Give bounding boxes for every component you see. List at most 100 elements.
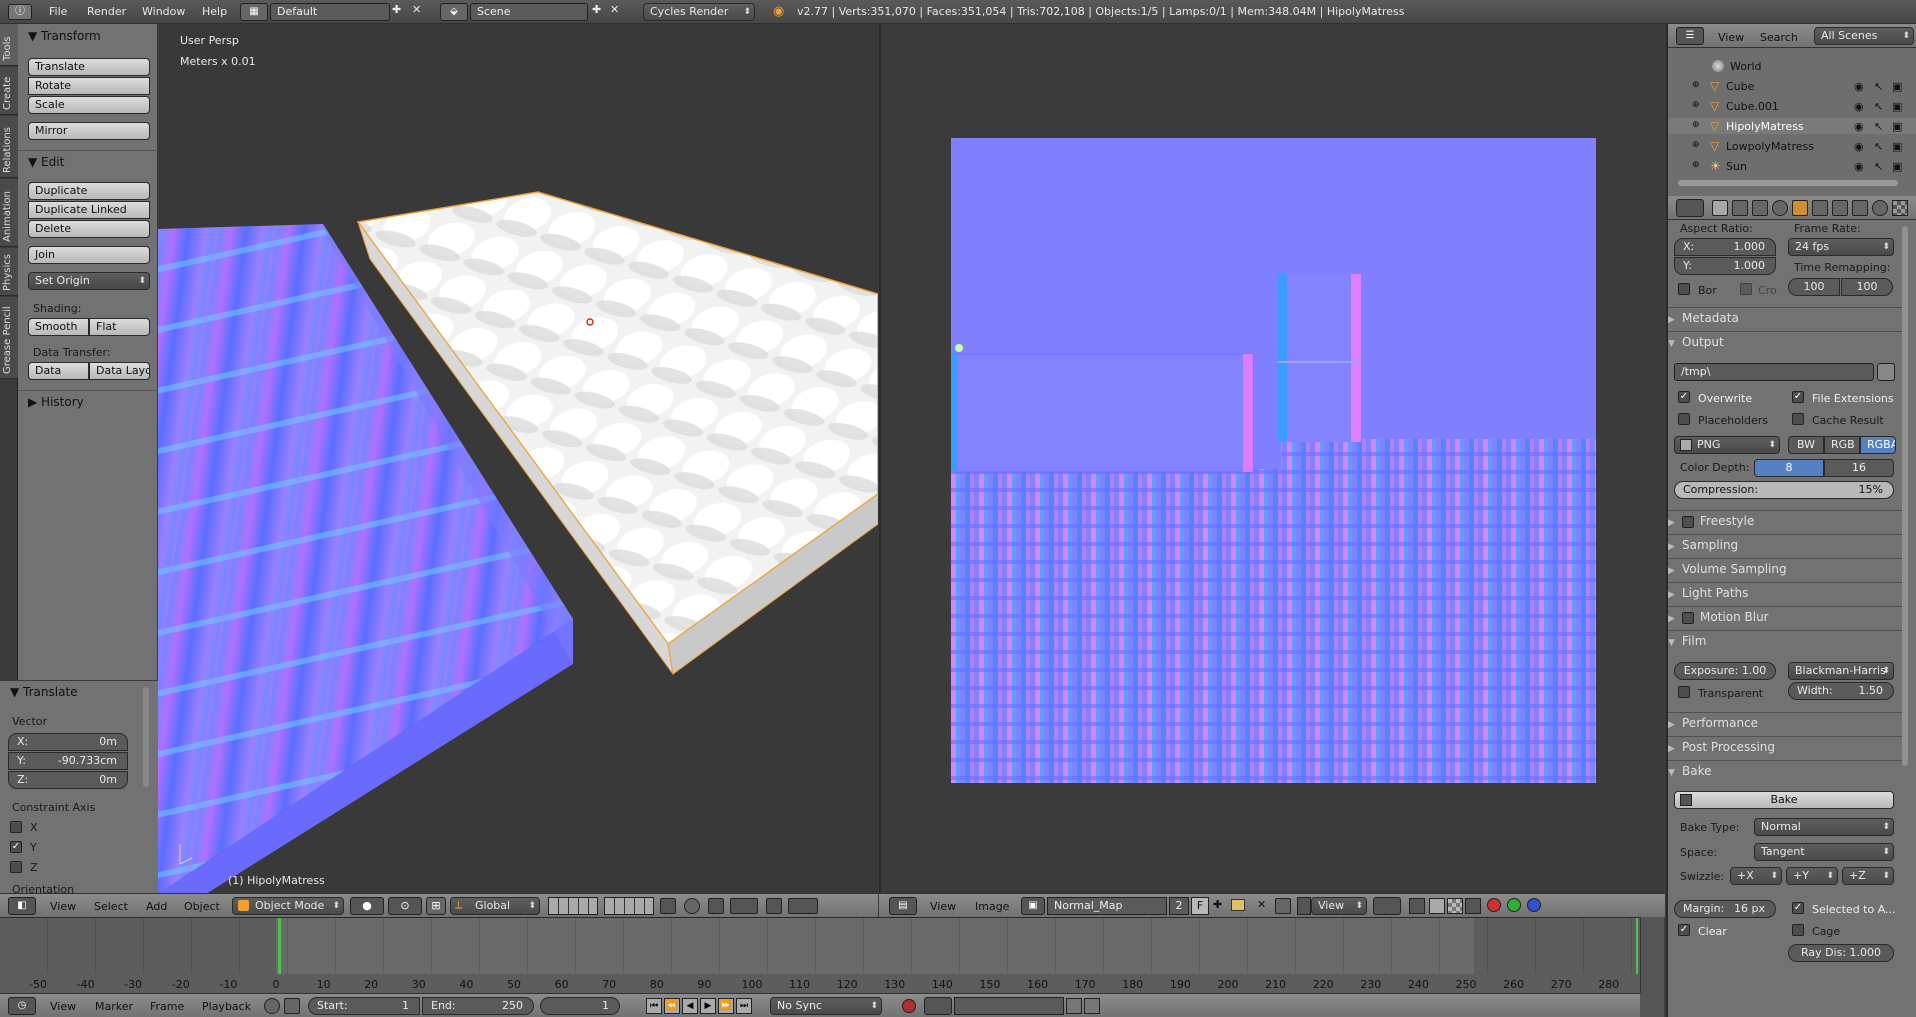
bake-panel-header[interactable]: ▼ Bake: [1668, 760, 1904, 780]
normal-space-dropdown[interactable]: Tangent: [1754, 843, 1894, 861]
checker-icon[interactable]: [1447, 898, 1463, 914]
pivot-icon[interactable]: ⊙: [388, 897, 422, 915]
transform-panel-header[interactable]: ▼ Transform: [28, 29, 101, 43]
remap-old-field[interactable]: 100: [1788, 278, 1840, 296]
record-icon[interactable]: [902, 999, 916, 1013]
start-frame-field[interactable]: Start: 1: [308, 997, 420, 1015]
object-tab-icon[interactable]: [1792, 200, 1808, 216]
eye-icon[interactable]: ◉: [1854, 140, 1864, 153]
vector-y-field[interactable]: Y: -90.733cm: [8, 752, 128, 770]
timeline-menu-marker[interactable]: Marker: [95, 1000, 133, 1013]
prev-keyframe-icon[interactable]: ⏪: [664, 998, 680, 1014]
image-name-field[interactable]: Normal_Map: [1047, 897, 1167, 915]
volume-sampling-panel-header[interactable]: ▶ Volume Sampling: [1668, 558, 1904, 578]
bake-type-dropdown[interactable]: Normal: [1754, 818, 1894, 836]
image-menu-view[interactable]: View: [930, 900, 956, 913]
keying-set-icon[interactable]: [924, 997, 952, 1015]
remove-scene-icon[interactable]: ✕: [610, 3, 619, 16]
end-frame-field[interactable]: End: 250: [422, 997, 534, 1015]
jump-start-icon[interactable]: ⏮: [646, 998, 662, 1014]
snap-icon[interactable]: [708, 898, 724, 914]
channel-green-icon[interactable]: [1507, 898, 1521, 912]
margin-field[interactable]: Margin: 16 px: [1674, 900, 1776, 918]
depth-16-button[interactable]: 16: [1824, 459, 1894, 477]
bake-button[interactable]: Bake: [1674, 791, 1894, 809]
tab-physics[interactable]: Physics: [0, 248, 18, 296]
shading-mode-icon[interactable]: ●: [350, 897, 384, 915]
freestyle-checkbox[interactable]: [1682, 515, 1694, 528]
orientation-dropdown[interactable]: Global: [450, 897, 540, 915]
operator-scrollbar[interactable]: [143, 687, 149, 787]
file-extensions-checkbox[interactable]: ✓: [1792, 391, 1804, 403]
timeline-editor-icon[interactable]: ◷: [8, 997, 36, 1015]
overwrite-checkbox[interactable]: ✓: [1678, 391, 1690, 403]
film-panel-header[interactable]: ▼ Film: [1668, 630, 1904, 650]
select-arrow-icon[interactable]: ↖: [1874, 100, 1883, 113]
aspect-y-field[interactable]: Y: 1.000: [1674, 257, 1776, 275]
history-panel-header[interactable]: ▶ History: [28, 395, 84, 409]
outliner-scope-dropdown[interactable]: All Scenes: [1814, 27, 1914, 45]
operator-title[interactable]: ▼ Translate: [10, 685, 78, 699]
duplicate-button[interactable]: Duplicate: [28, 182, 150, 200]
render-tab-icon[interactable]: [1712, 200, 1728, 216]
current-frame-marker[interactable]: [278, 918, 281, 974]
edit-panel-header[interactable]: ▼ Edit: [28, 155, 64, 169]
cage-checkbox[interactable]: [1792, 924, 1804, 936]
expand-icon[interactable]: ⊕: [1692, 80, 1700, 90]
delete-button[interactable]: Delete: [28, 220, 150, 238]
rgb-button[interactable]: RGB: [1824, 436, 1860, 454]
crop-checkbox[interactable]: [1740, 283, 1752, 295]
image-browse-icon[interactable]: ▣: [1021, 897, 1045, 915]
outliner-item-lowpolymatress[interactable]: ⊕ ▽ LowpolyMatress ◉ ↖ ▣: [1668, 138, 1916, 154]
new-image-icon[interactable]: ✚: [1213, 898, 1222, 911]
add-layout-icon[interactable]: ✚: [392, 3, 401, 16]
scene-icon[interactable]: ⬙: [440, 3, 468, 21]
post-processing-panel-header[interactable]: ▶ Post Processing: [1668, 736, 1904, 756]
pixel-filter-dropdown[interactable]: Blackman-Harris: [1788, 662, 1894, 680]
constraints-tab-icon[interactable]: [1812, 200, 1828, 216]
uv-sync-icon[interactable]: [1429, 898, 1445, 914]
manipulator-icon[interactable]: ⊞: [426, 897, 446, 915]
frame-rate-dropdown[interactable]: 24 fps: [1788, 238, 1894, 256]
eye-icon[interactable]: ◉: [1854, 160, 1864, 173]
light-paths-panel-header[interactable]: ▶ Light Paths: [1668, 582, 1904, 602]
mirror-button[interactable]: Mirror: [28, 122, 150, 140]
remove-layout-icon[interactable]: ✕: [412, 3, 421, 16]
3d-viewport[interactable]: User Persp Meters x 0.01 (1) HipolyMatre…: [158, 24, 878, 893]
transparent-checkbox[interactable]: [1678, 686, 1690, 698]
rotate-button[interactable]: Rotate: [28, 77, 150, 95]
v3d-menu-select[interactable]: Select: [94, 900, 128, 913]
translate-button[interactable]: Translate: [28, 58, 150, 76]
insert-keyframe-icon[interactable]: [1066, 998, 1082, 1014]
motion-blur-checkbox[interactable]: [1682, 611, 1694, 624]
select-arrow-icon[interactable]: ↖: [1874, 140, 1883, 153]
timeline-menu-view[interactable]: View: [50, 1000, 76, 1013]
unlink-image-icon[interactable]: ✕: [1257, 898, 1266, 911]
clear-checkbox[interactable]: ✓: [1678, 924, 1690, 936]
data-layout-button[interactable]: Data Layo: [89, 362, 150, 380]
exposure-field[interactable]: Exposure: 1.00: [1674, 662, 1776, 680]
rgba-button[interactable]: RGBA: [1860, 436, 1896, 454]
render-camera-icon[interactable]: ▣: [1892, 160, 1902, 173]
modifiers-tab-icon[interactable]: [1832, 200, 1848, 216]
render-camera-icon[interactable]: ▣: [1892, 80, 1902, 93]
sync-mode-dropdown[interactable]: No Sync: [770, 997, 882, 1015]
data-button[interactable]: Data: [28, 362, 89, 380]
v3d-menu-view[interactable]: View: [50, 900, 76, 913]
outliner-menu-search[interactable]: Search: [1760, 31, 1798, 44]
current-frame-field[interactable]: 1: [540, 997, 620, 1015]
metadata-panel-header[interactable]: ▶ Metadata: [1668, 307, 1904, 327]
eye-icon[interactable]: ◉: [1854, 100, 1864, 113]
filter-width-field[interactable]: Width: 1.50: [1788, 682, 1894, 700]
set-origin-dropdown[interactable]: Set Origin: [28, 272, 150, 290]
outliner-type-icon[interactable]: ☰: [1676, 27, 1704, 45]
view-dropdown[interactable]: View: [1311, 897, 1367, 915]
play-icon[interactable]: ▶: [700, 998, 716, 1014]
bw-button[interactable]: BW: [1788, 436, 1824, 454]
render-engine-dropdown[interactable]: Cycles Render: [643, 3, 755, 21]
v3d-menu-add[interactable]: Add: [146, 900, 167, 913]
editor-type-icon[interactable]: ◧: [8, 897, 36, 915]
pack-image-icon[interactable]: [1409, 898, 1425, 914]
lock-camera-icon[interactable]: [660, 898, 676, 914]
folder-browse-icon[interactable]: [1877, 363, 1895, 381]
